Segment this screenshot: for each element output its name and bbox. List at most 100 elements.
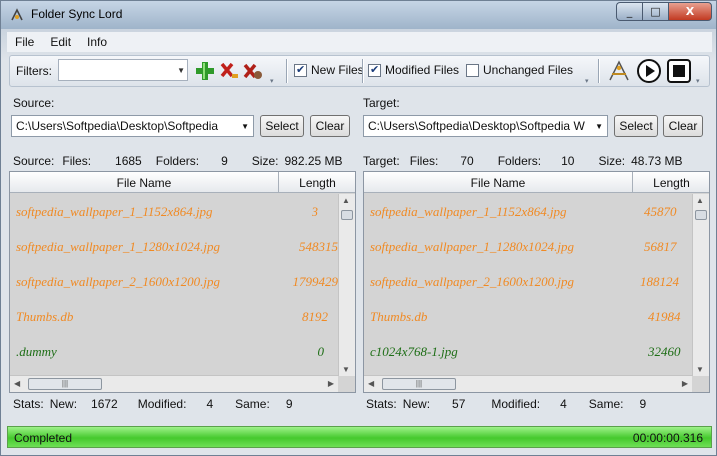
scroll-left-icon[interactable]: ◀ [368,379,374,388]
length-cell: 45870 [644,204,677,219]
modified-count: 4 [206,397,214,411]
target-path-combo[interactable]: C:\Users\Softpedia\Desktop\Softpedia W ▼ [363,115,608,137]
table-row[interactable]: softpedia_wallpaper_2_1600x1200.jpg 1881… [364,264,692,300]
source-path-combo[interactable]: C:\Users\Softpedia\Desktop\Softpedia ▼ [11,115,254,137]
filter-combo[interactable]: ▼ [58,59,188,81]
stats-prefix: Stats: [13,397,44,411]
scroll-right-icon[interactable]: ▶ [682,379,688,388]
target-select-button[interactable]: Select [614,115,658,137]
close-button[interactable]: X [668,2,712,21]
checkbox-box[interactable] [294,63,307,77]
files-count: 70 [460,154,474,168]
scroll-up-icon[interactable]: ▲ [342,196,350,205]
size-label: Size: [598,154,626,168]
source-select-button[interactable]: Select [260,115,304,137]
table-row[interactable]: softpedia_wallpaper_1_1152x864.jpg 45870 [364,194,692,230]
table-row[interactable]: c1024x768-1.jpg 32460 [364,334,692,370]
scroll-down-icon[interactable]: ▼ [696,365,704,374]
toolbar-separator [362,59,364,83]
chevron-down-icon[interactable]: ▼ [595,122,603,131]
unchanged-files-checkbox[interactable]: Unchanged Files [466,63,573,77]
source-file-grid[interactable]: File Name Length softpedia_wallpaper_1_1… [9,171,356,393]
source-clear-button[interactable]: Clear [310,115,350,137]
clear-filters-icon[interactable] [242,60,264,82]
source-summary: Source: Files: 1685 Folders: 9 Size: 982… [13,154,343,168]
length-cell: 188124 [640,274,679,289]
compare-icon[interactable] [606,58,632,84]
table-row[interactable]: softpedia_wallpaper_1_1152x864.jpg 3 [10,194,338,230]
toolbar-grip[interactable]: ▾ [585,77,589,85]
grid-header: File Name Length [10,172,355,193]
files-count: 1685 [115,154,142,168]
title-bar[interactable]: Folder Sync Lord _ □ X [1,1,716,29]
vertical-scrollbar[interactable]: ▲ ▼ [692,194,709,376]
scroll-right-icon[interactable]: ▶ [328,379,334,388]
table-row[interactable]: softpedia_wallpaper_2_1600x1200.jpg 1799… [10,264,338,300]
size-label: Size: [251,154,279,168]
same-label: Same: [588,397,624,411]
table-row[interactable]: softpedia_wallpaper_1_1280x1024.jpg 5681… [364,229,692,265]
maximize-button[interactable]: □ [642,2,668,21]
target-clear-button[interactable]: Clear [663,115,703,137]
scroll-thumb[interactable] [695,210,707,220]
horizontal-scrollbar[interactable]: ◀ ||| ▶ [364,375,692,392]
main-window: Folder Sync Lord _ □ X File Edit Info Fi… [0,0,717,456]
remove-filter-icon[interactable] [218,60,240,82]
checkbox-box[interactable] [466,63,479,77]
scroll-up-icon[interactable]: ▲ [696,196,704,205]
scroll-left-icon[interactable]: ◀ [14,379,20,388]
new-count: 1672 [91,397,118,411]
file-name-cell: softpedia_wallpaper_2_1600x1200.jpg [16,274,221,289]
folders-count: 9 [221,154,228,168]
table-row[interactable]: Thumbs.db 8192 [10,299,338,335]
new-label: New: [402,397,431,411]
minimize-button[interactable]: _ [616,2,642,21]
chevron-down-icon[interactable]: ▼ [241,122,249,131]
menu-file[interactable]: File [7,32,42,52]
vertical-scrollbar[interactable]: ▲ ▼ [338,194,355,376]
modified-files-label: Modified Files [385,63,460,77]
column-file-name[interactable]: File Name [364,172,633,193]
file-name-cell: softpedia_wallpaper_1_1152x864.jpg [16,204,213,219]
add-filter-icon[interactable] [194,60,216,82]
menu-edit[interactable]: Edit [42,32,79,52]
file-name-cell: softpedia_wallpaper_2_1600x1200.jpg [370,274,575,289]
length-cell: 32460 [648,344,681,359]
summary-prefix: Target: [363,154,400,168]
length-cell: 0 [317,344,325,359]
file-name-cell: Thumbs.db [16,309,74,324]
play-icon[interactable] [636,58,662,84]
column-file-name[interactable]: File Name [10,172,279,193]
target-file-grid[interactable]: File Name Length softpedia_wallpaper_1_1… [363,171,710,393]
menu-info[interactable]: Info [79,32,115,52]
scroll-thumb[interactable]: ||| [382,378,456,390]
new-files-checkbox[interactable]: New Files [294,63,364,77]
column-length[interactable]: Length [633,172,709,193]
table-row[interactable]: .dummy 0 [10,334,338,370]
toolbar-grip[interactable]: ▾ [270,77,274,85]
table-row[interactable]: Thumbs.db 41984 [364,299,692,335]
horizontal-scrollbar[interactable]: ◀ ||| ▶ [10,375,338,392]
menu-bar: File Edit Info [7,32,712,52]
chevron-down-icon[interactable]: ▼ [177,66,185,75]
table-row[interactable]: softpedia_wallpaper_1_1280x1024.jpg 5483… [10,229,338,265]
scroll-down-icon[interactable]: ▼ [342,365,350,374]
toolbar-separator [598,59,600,83]
toolbar-grip[interactable]: ▾ [696,77,700,85]
target-stats: Stats: New: 57 Modified: 4 Same: 9 [366,397,646,411]
file-name-cell: softpedia_wallpaper_1_1280x1024.jpg [16,239,221,254]
modified-files-checkbox[interactable]: Modified Files [368,63,459,77]
file-name-cell: softpedia_wallpaper_1_1280x1024.jpg [370,239,575,254]
file-name-cell: softpedia_wallpaper_1_1152x864.jpg [370,204,567,219]
folders-count: 10 [561,154,575,168]
stop-icon[interactable] [666,58,692,84]
file-name-cell: c1024x768-1.jpg [370,344,458,359]
size-value: 48.73 MB [631,154,683,168]
column-length[interactable]: Length [279,172,355,193]
file-name-cell: Thumbs.db [370,309,428,324]
scroll-thumb[interactable]: ||| [28,378,102,390]
checkbox-box[interactable] [368,63,381,77]
grid-header: File Name Length [364,172,709,193]
folders-label: Folders: [497,154,542,168]
scroll-thumb[interactable] [341,210,353,220]
